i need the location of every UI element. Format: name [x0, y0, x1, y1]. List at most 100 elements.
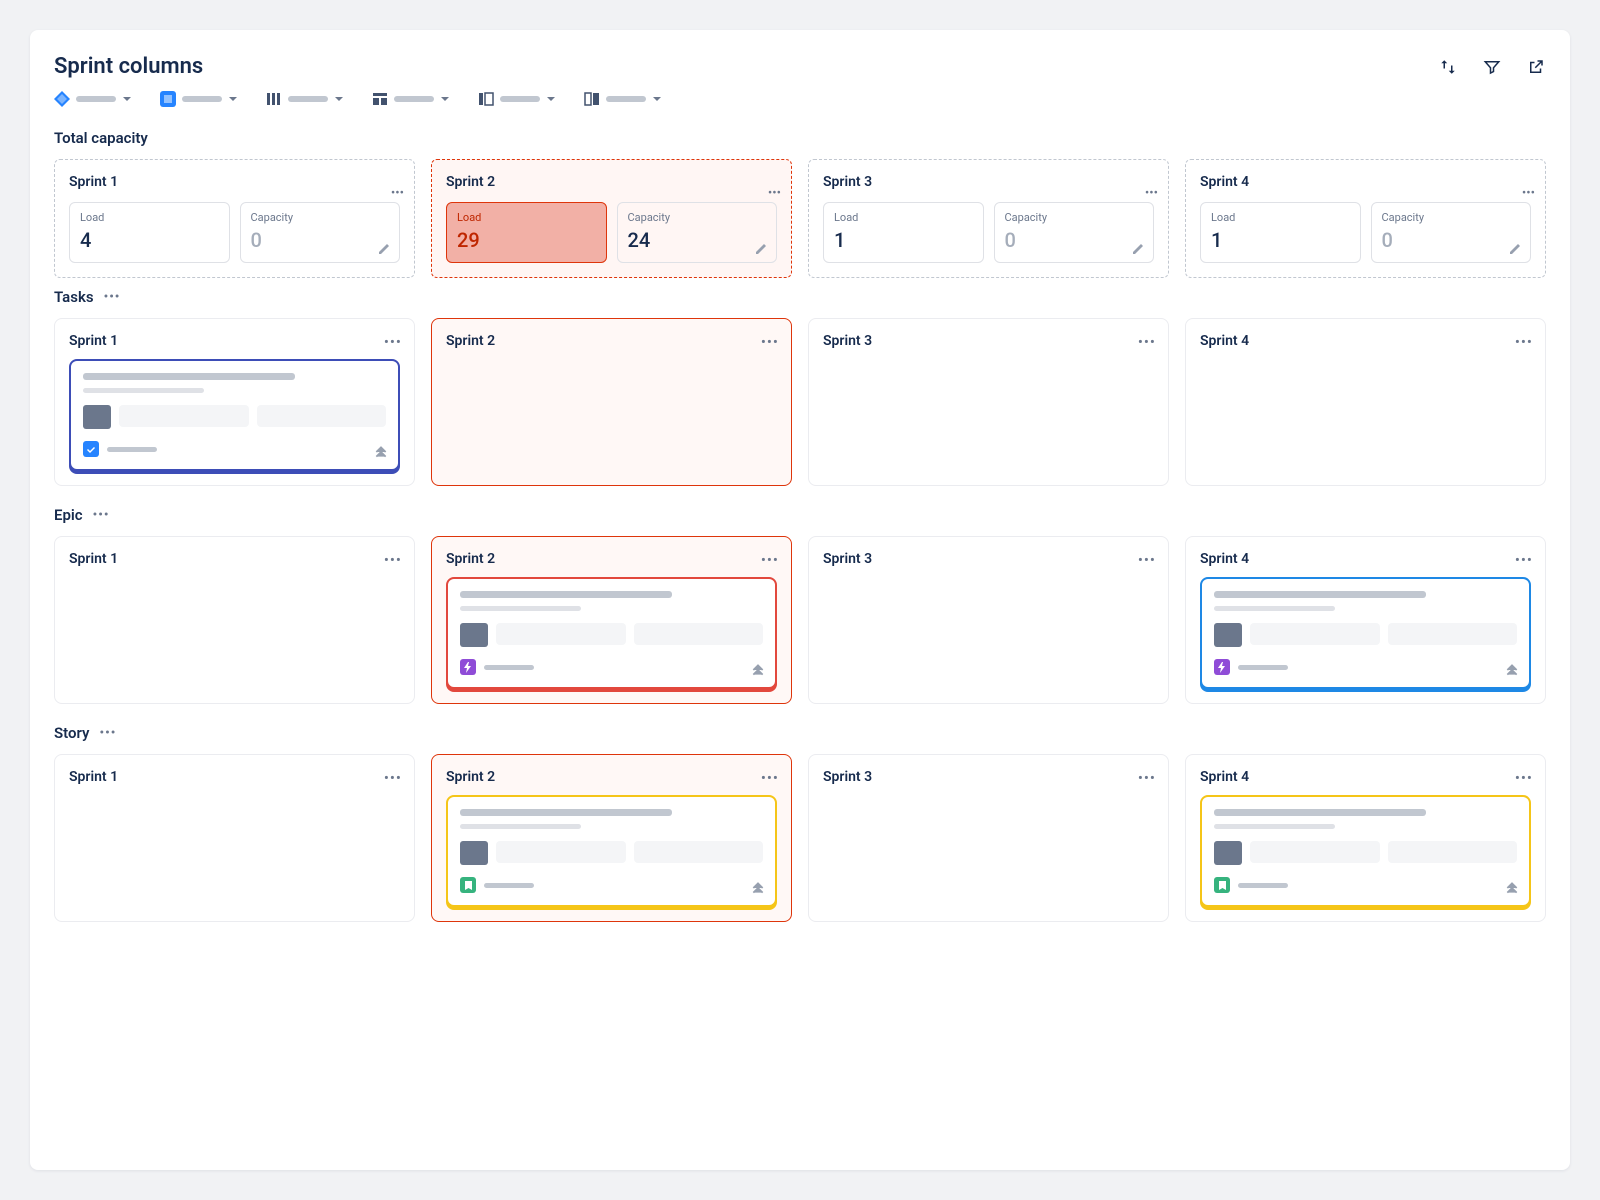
card-field-placeholder	[496, 841, 626, 863]
lane-cell[interactable]: Sprint 1 •••	[54, 536, 415, 704]
load-box: Load 1	[1200, 202, 1361, 263]
cell-menu-icon[interactable]: •••	[384, 769, 402, 787]
lane-cell[interactable]: Sprint 4 •••	[1185, 536, 1546, 704]
lane-cell[interactable]: Sprint 3 •••	[808, 318, 1169, 486]
lane-cell[interactable]: Sprint 2 •••	[431, 754, 792, 922]
capacity-value: 0	[1382, 228, 1521, 252]
issue-card[interactable]	[1200, 795, 1531, 907]
lane-title: Epic•••	[54, 506, 1546, 524]
sort-icon[interactable]	[1438, 57, 1458, 77]
column-menu-icon[interactable]: •••	[1522, 186, 1535, 201]
card-field-placeholder	[119, 405, 249, 427]
issue-key-placeholder	[1238, 665, 1288, 670]
lane-cell[interactable]: Sprint 4 •••	[1185, 318, 1546, 486]
card-thumbnail	[1214, 623, 1242, 647]
capacity-column-0: Sprint 1 ••• Load 4 Capacity 0	[54, 159, 415, 278]
edit-icon[interactable]	[1508, 240, 1522, 254]
toolbar-item-2[interactable]	[266, 91, 344, 107]
capacity-label: Capacity	[1005, 211, 1144, 224]
lane-cell[interactable]: Sprint 2 •••	[431, 318, 792, 486]
capacity-box[interactable]: Capacity 0	[1371, 202, 1532, 263]
toolbar-item-5[interactable]	[584, 91, 662, 107]
cell-title: Sprint 3	[823, 769, 1154, 785]
column-menu-icon[interactable]: •••	[1145, 186, 1158, 201]
chevron-down-icon	[122, 94, 132, 104]
story-type-icon	[460, 877, 476, 893]
issue-key-placeholder	[1238, 883, 1288, 888]
columns-icon	[266, 91, 282, 107]
load-label: Load	[457, 211, 596, 224]
lane-cell[interactable]: Sprint 3 •••	[808, 754, 1169, 922]
load-box: Load 29	[446, 202, 607, 263]
cell-menu-icon[interactable]: •••	[1515, 551, 1533, 569]
lane-menu-icon[interactable]: •••	[93, 508, 110, 523]
cell-menu-icon[interactable]: •••	[384, 551, 402, 569]
cell-title: Sprint 3	[823, 333, 1154, 349]
edit-icon[interactable]	[1131, 240, 1145, 254]
capacity-label: Capacity	[251, 211, 390, 224]
capacity-label: Capacity	[628, 211, 767, 224]
issue-key-placeholder	[484, 665, 534, 670]
chevron-down-icon	[546, 94, 556, 104]
toolbar-item-1[interactable]	[160, 91, 238, 107]
lane-menu-icon[interactable]: •••	[99, 726, 116, 741]
capacity-box[interactable]: Capacity 24	[617, 202, 778, 263]
priority-icon	[751, 881, 765, 895]
edit-icon[interactable]	[377, 240, 391, 254]
cell-menu-icon[interactable]: •••	[384, 333, 402, 351]
cell-title: Sprint 1	[69, 769, 400, 785]
cell-menu-icon[interactable]: •••	[1515, 769, 1533, 787]
cell-menu-icon[interactable]: •••	[761, 769, 779, 787]
cell-menu-icon[interactable]: •••	[1138, 551, 1156, 569]
lane-menu-icon[interactable]: •••	[104, 290, 121, 305]
epic-type-icon	[1214, 659, 1230, 675]
capacity-column-title: Sprint 1	[69, 174, 400, 190]
card-field-placeholder	[257, 405, 387, 427]
capacity-value: 0	[251, 228, 390, 252]
cell-menu-icon[interactable]: •••	[761, 333, 779, 351]
issue-card[interactable]	[446, 577, 777, 689]
issue-card[interactable]	[446, 795, 777, 907]
chevron-down-icon	[228, 94, 238, 104]
issue-key-placeholder	[484, 883, 534, 888]
load-value: 1	[1211, 228, 1350, 252]
toolbar-item-0[interactable]	[54, 91, 132, 107]
capacity-box[interactable]: Capacity 0	[994, 202, 1155, 263]
lane-cell[interactable]: Sprint 4 •••	[1185, 754, 1546, 922]
lane-cell[interactable]: Sprint 1 •••	[54, 318, 415, 486]
card-title-placeholder	[1214, 809, 1426, 816]
column-menu-icon[interactable]: •••	[391, 186, 404, 201]
capacity-grid: Sprint 1 ••• Load 4 Capacity 0 Sprint 2 …	[54, 159, 1546, 278]
lane-story: Story••• Sprint 1 ••• Sprint 2 •••	[54, 724, 1546, 922]
card-title-placeholder	[460, 809, 672, 816]
filter-icon[interactable]	[1482, 57, 1502, 77]
cell-menu-icon[interactable]: •••	[1138, 769, 1156, 787]
toolbar-label-placeholder	[76, 96, 116, 102]
priority-icon	[374, 445, 388, 459]
card-title-placeholder	[83, 373, 295, 380]
panel-split-icon	[584, 91, 600, 107]
capacity-box[interactable]: Capacity 0	[240, 202, 401, 263]
cell-menu-icon[interactable]: •••	[1515, 333, 1533, 351]
column-menu-icon[interactable]: •••	[768, 186, 781, 201]
toolbar-label-placeholder	[500, 96, 540, 102]
lane-cell[interactable]: Sprint 2 •••	[431, 536, 792, 704]
issue-key-placeholder	[107, 447, 157, 452]
priority-icon	[1505, 663, 1519, 677]
cell-title: Sprint 1	[69, 551, 400, 567]
app-icon	[160, 91, 176, 107]
open-external-icon[interactable]	[1526, 57, 1546, 77]
lane-cell[interactable]: Sprint 3 •••	[808, 536, 1169, 704]
card-field-placeholder	[496, 623, 626, 645]
card-subtitle-placeholder	[83, 388, 204, 393]
cell-menu-icon[interactable]: •••	[761, 551, 779, 569]
toolbar-item-3[interactable]	[372, 91, 450, 107]
toolbar-item-4[interactable]	[478, 91, 556, 107]
header-actions	[1438, 57, 1546, 77]
cell-title: Sprint 2	[446, 333, 777, 349]
issue-card[interactable]	[69, 359, 400, 471]
issue-card[interactable]	[1200, 577, 1531, 689]
cell-menu-icon[interactable]: •••	[1138, 333, 1156, 351]
edit-icon[interactable]	[754, 240, 768, 254]
lane-cell[interactable]: Sprint 1 •••	[54, 754, 415, 922]
